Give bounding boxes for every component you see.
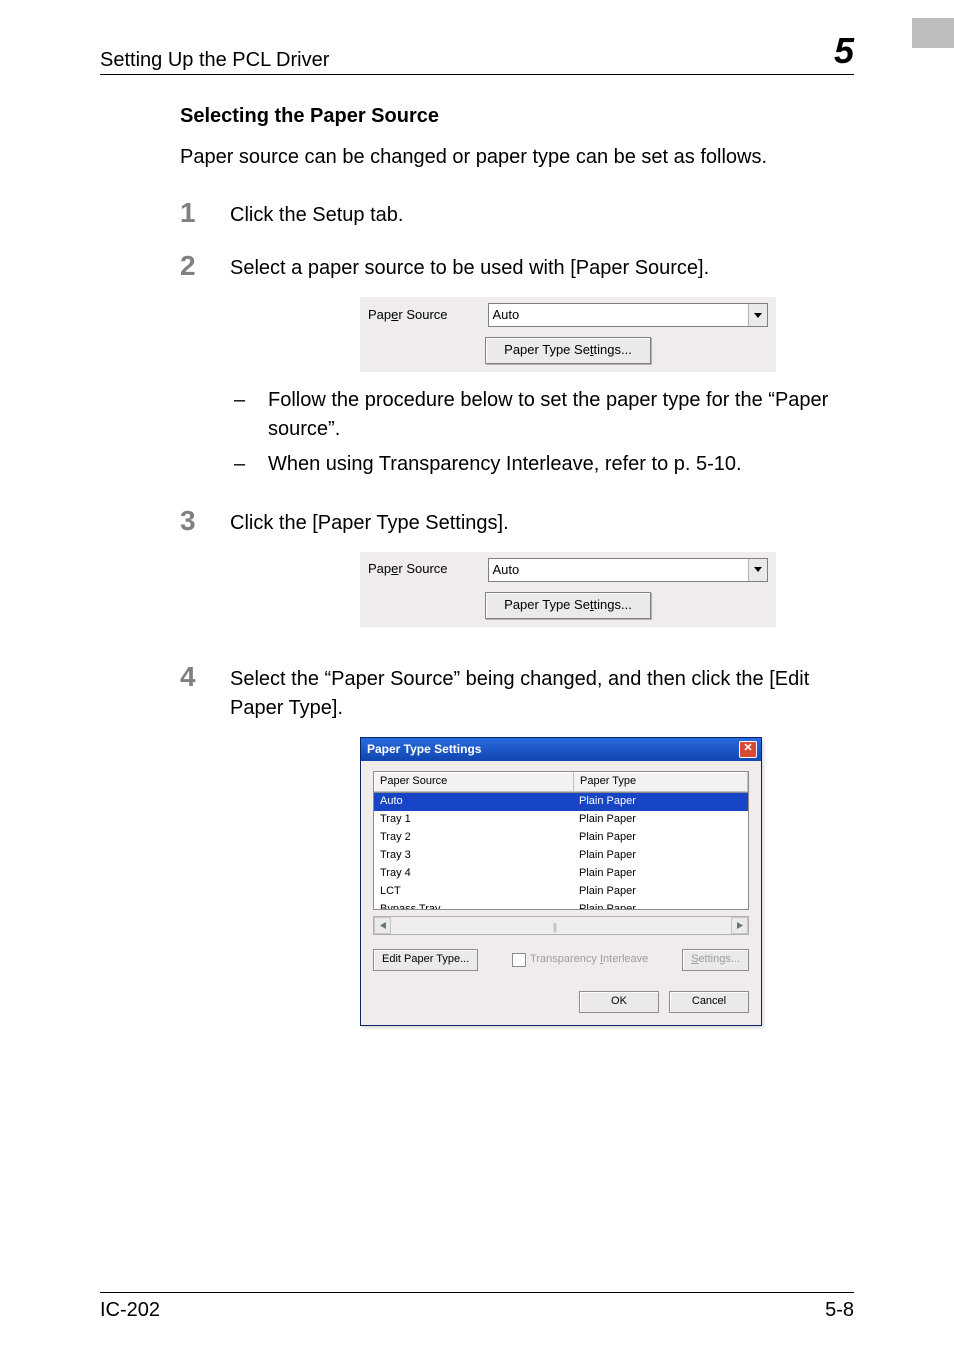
column-paper-source[interactable]: Paper Source xyxy=(374,772,574,792)
paper-source-label: Paper Source xyxy=(368,306,448,325)
step-2: 2 Select a paper source to be used with … xyxy=(180,252,854,485)
page-header: Setting Up the PCL Driver 5 xyxy=(100,30,854,75)
step-number: 1 xyxy=(180,199,230,227)
header-section-title: Setting Up the PCL Driver xyxy=(100,49,329,72)
chapter-number: 5 xyxy=(834,30,854,72)
step-text: Click the Setup tab. xyxy=(230,199,403,230)
chapter-tab xyxy=(912,18,954,48)
step-number: 4 xyxy=(180,663,230,691)
list-item[interactable]: Tray 3Plain Paper xyxy=(374,847,748,865)
footer-page-number: 5-8 xyxy=(825,1299,854,1322)
interleave-settings-button[interactable]: Settings... xyxy=(682,949,749,971)
step-number: 3 xyxy=(180,507,230,535)
scroll-right-icon[interactable] xyxy=(731,917,748,934)
footer-model: IC-202 xyxy=(100,1299,160,1322)
scroll-left-icon[interactable] xyxy=(374,917,391,934)
list-item[interactable]: AutoPlain Paper xyxy=(374,793,748,811)
paper-source-panel: Paper Source Auto Paper Type Settings... xyxy=(360,297,776,372)
step-text: Click the [Paper Type Settings]. xyxy=(230,509,776,538)
paper-source-label: Paper Source xyxy=(368,560,448,579)
bullet-text: Follow the procedure below to set the pa… xyxy=(268,386,854,444)
paper-source-dropdown[interactable]: Auto xyxy=(488,558,768,582)
scroll-thumb[interactable]: ||||| xyxy=(544,921,564,930)
close-icon[interactable]: ✕ xyxy=(739,741,757,758)
step-text: Select the “Paper Source” being changed,… xyxy=(230,665,854,723)
paper-source-value: Auto xyxy=(489,304,748,326)
column-paper-type[interactable]: Paper Type xyxy=(574,772,748,792)
bullet-text: When using Transparency Interleave, refe… xyxy=(268,450,742,479)
paper-source-dropdown[interactable]: Auto xyxy=(488,303,768,327)
dialog-titlebar[interactable]: Paper Type Settings ✕ xyxy=(361,738,761,761)
list-item[interactable]: Tray 4Plain Paper xyxy=(374,865,748,883)
step-text: Select a paper source to be used with [P… xyxy=(230,254,854,283)
horizontal-scrollbar[interactable]: ||||| xyxy=(373,916,749,935)
page-footer: IC-202 5-8 xyxy=(100,1292,854,1322)
step-number: 2 xyxy=(180,252,230,280)
list-header: Paper Source Paper Type xyxy=(373,771,749,793)
dialog-title: Paper Type Settings xyxy=(367,741,481,758)
list-item[interactable]: Bypass TrayPlain Paper xyxy=(374,901,748,910)
ok-button[interactable]: OK xyxy=(579,991,659,1013)
paper-type-settings-button[interactable]: Paper Type Settings... xyxy=(485,337,651,364)
chevron-down-icon[interactable] xyxy=(748,559,767,581)
paper-type-settings-button[interactable]: Paper Type Settings... xyxy=(485,592,651,619)
transparency-interleave-label: Transparency Interleave xyxy=(530,952,648,968)
edit-paper-type-button[interactable]: Edit Paper Type... xyxy=(373,949,478,971)
transparency-interleave-checkbox[interactable]: Transparency Interleave xyxy=(512,952,648,968)
list-item[interactable]: Tray 2Plain Paper xyxy=(374,829,748,847)
step-4: 4 Select the “Paper Source” being change… xyxy=(180,663,854,1040)
intro-text: Paper source can be changed or paper typ… xyxy=(180,146,854,169)
checkbox-icon[interactable] xyxy=(512,953,526,967)
paper-type-settings-dialog: Paper Type Settings ✕ Paper Source Paper… xyxy=(360,737,762,1026)
step-3: 3 Click the [Paper Type Settings]. Paper… xyxy=(180,507,854,641)
paper-type-list[interactable]: AutoPlain Paper Tray 1Plain Paper Tray 2… xyxy=(373,793,749,910)
list-item[interactable]: LCTPlain Paper xyxy=(374,883,748,901)
chevron-down-icon[interactable] xyxy=(748,304,767,326)
cancel-button[interactable]: Cancel xyxy=(669,991,749,1013)
section-heading: Selecting the Paper Source xyxy=(180,105,854,128)
list-item[interactable]: Tray 1Plain Paper xyxy=(374,811,748,829)
paper-source-value: Auto xyxy=(489,559,748,581)
paper-source-panel: Paper Source Auto Paper Type Settings... xyxy=(360,552,776,627)
step-bullets: –Follow the procedure below to set the p… xyxy=(230,386,854,479)
step-1: 1 Click the Setup tab. xyxy=(180,199,854,230)
